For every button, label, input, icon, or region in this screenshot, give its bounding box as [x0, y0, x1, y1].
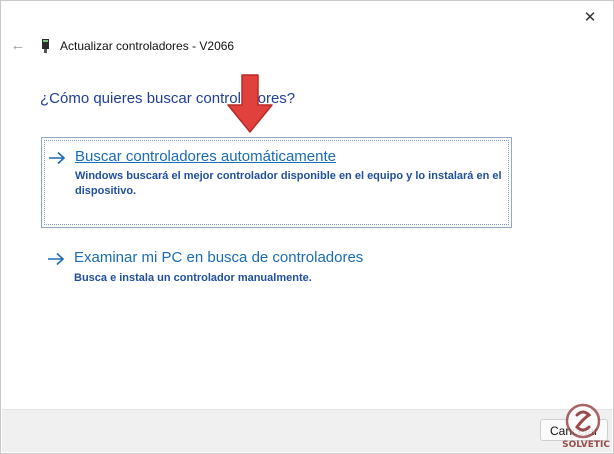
- option-description: Windows buscará el mejor controlador dis…: [75, 170, 502, 197]
- arrow-right-icon: [48, 252, 65, 266]
- arrow-right-icon: [49, 151, 66, 165]
- close-button[interactable]: ✕: [567, 1, 613, 33]
- window-title: Actualizar controladores - V2066: [60, 39, 235, 53]
- annotation-arrow-icon: [227, 74, 273, 133]
- option-title: Examinar mi PC en busca de controladores: [74, 249, 364, 266]
- dialog-footer: Cancelar: [2, 409, 612, 452]
- back-button[interactable]: ←: [9, 37, 27, 55]
- back-arrow-icon: ←: [10, 37, 26, 54]
- search-automatically-option[interactable]: Buscar controladores automáticamente Win…: [41, 137, 512, 228]
- browse-computer-option[interactable]: Examinar mi PC en busca de controladores…: [41, 246, 512, 292]
- option-description: Busca e instala un controlador manualmen…: [74, 272, 312, 284]
- close-icon: ✕: [583, 9, 597, 26]
- option-title: Buscar controladores automáticamente: [75, 148, 336, 165]
- dialog-window: ✕ ← Actualizar controladores - V2066 ¿Có…: [0, 0, 614, 454]
- watermark-text: SOLVETIC: [562, 440, 610, 450]
- device-icon: [42, 39, 49, 53]
